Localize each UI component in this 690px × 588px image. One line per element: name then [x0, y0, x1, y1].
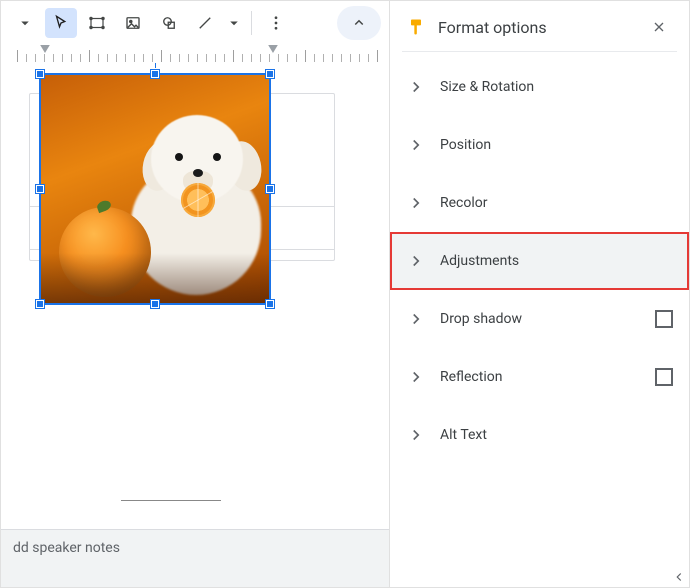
resize-handle-e[interactable]	[266, 185, 274, 193]
chevron-right-icon	[406, 135, 426, 155]
option-checkbox[interactable]	[655, 310, 673, 328]
resize-handle-nw[interactable]	[36, 70, 44, 78]
panel-title: Format options	[438, 18, 633, 37]
line-tool[interactable]	[189, 8, 221, 38]
panel-header: Format options	[390, 1, 689, 51]
panel-close-button[interactable]	[645, 13, 673, 41]
slide-canvas[interactable]	[1, 63, 389, 529]
option-label: Alt Text	[440, 427, 673, 443]
option-alt-text[interactable]: Alt Text	[390, 406, 689, 464]
resize-handle-sw[interactable]	[36, 300, 44, 308]
dog-eye-left	[175, 153, 183, 161]
option-reflection[interactable]: Reflection	[390, 348, 689, 406]
resize-handle-se[interactable]	[266, 300, 274, 308]
chevron-right-icon	[406, 77, 426, 97]
option-label: Adjustments	[440, 253, 673, 269]
option-position[interactable]: Position	[390, 116, 689, 174]
orange-fruit	[59, 207, 151, 297]
option-size-rotation[interactable]: Size & Rotation	[390, 58, 689, 116]
resize-handle-w[interactable]	[36, 185, 44, 193]
ruler-indent-right[interactable]	[267, 45, 279, 53]
shape-tool[interactable]	[153, 8, 185, 38]
image-content	[41, 75, 269, 303]
resize-handle-s[interactable]	[151, 300, 159, 308]
app-window: dd speaker notes Format options Size & R…	[0, 0, 690, 588]
selection-frame	[39, 73, 271, 305]
option-label: Recolor	[440, 195, 673, 211]
toolbar-separator	[251, 11, 252, 35]
rotate-connector	[155, 63, 156, 68]
speaker-notes-area[interactable]: dd speaker notes	[1, 529, 389, 587]
option-adjustments[interactable]: Adjustments	[390, 232, 689, 290]
line-tool-dropdown[interactable]	[225, 8, 243, 38]
insert-image-tool[interactable]	[117, 8, 149, 38]
collapse-toolbar[interactable]	[337, 6, 381, 40]
dog-eye-right	[213, 153, 221, 161]
option-label: Reflection	[440, 369, 641, 385]
chevron-right-icon	[406, 193, 426, 213]
option-drop-shadow[interactable]: Drop shadow	[390, 290, 689, 348]
toolbar-more-dropdown[interactable]	[9, 8, 41, 38]
selected-image[interactable]	[39, 73, 271, 305]
option-label: Size & Rotation	[440, 79, 673, 95]
ruler-ticks	[9, 45, 381, 63]
more-tools[interactable]	[260, 8, 292, 38]
select-tool[interactable]	[45, 8, 77, 38]
chevron-right-icon	[406, 367, 426, 387]
orange-slice	[181, 183, 215, 217]
chevron-right-icon	[406, 251, 426, 271]
option-recolor[interactable]: Recolor	[390, 174, 689, 232]
speaker-notes-placeholder: dd speaker notes	[13, 540, 120, 556]
textbox-tool[interactable]	[81, 8, 113, 38]
format-options-icon	[406, 17, 426, 37]
chevron-right-icon	[406, 309, 426, 329]
slide-footer-line	[121, 500, 221, 501]
chevron-right-icon	[406, 425, 426, 445]
ruler-indent-left[interactable]	[39, 45, 51, 53]
toolbar	[1, 1, 389, 45]
resize-handle-n[interactable]	[151, 70, 159, 78]
option-checkbox[interactable]	[655, 368, 673, 386]
left-pane: dd speaker notes	[1, 1, 389, 587]
format-options-panel: Format options Size & Rotation Position Re…	[389, 1, 689, 587]
option-label: Drop shadow	[440, 311, 641, 327]
dog-nose	[193, 169, 203, 177]
option-label: Position	[440, 137, 673, 153]
horizontal-ruler[interactable]	[9, 45, 381, 63]
resize-handle-ne[interactable]	[266, 70, 274, 78]
options-list: Size & Rotation Position Recolor Adjustment…	[390, 52, 689, 470]
mini-side-expand[interactable]	[671, 569, 687, 585]
